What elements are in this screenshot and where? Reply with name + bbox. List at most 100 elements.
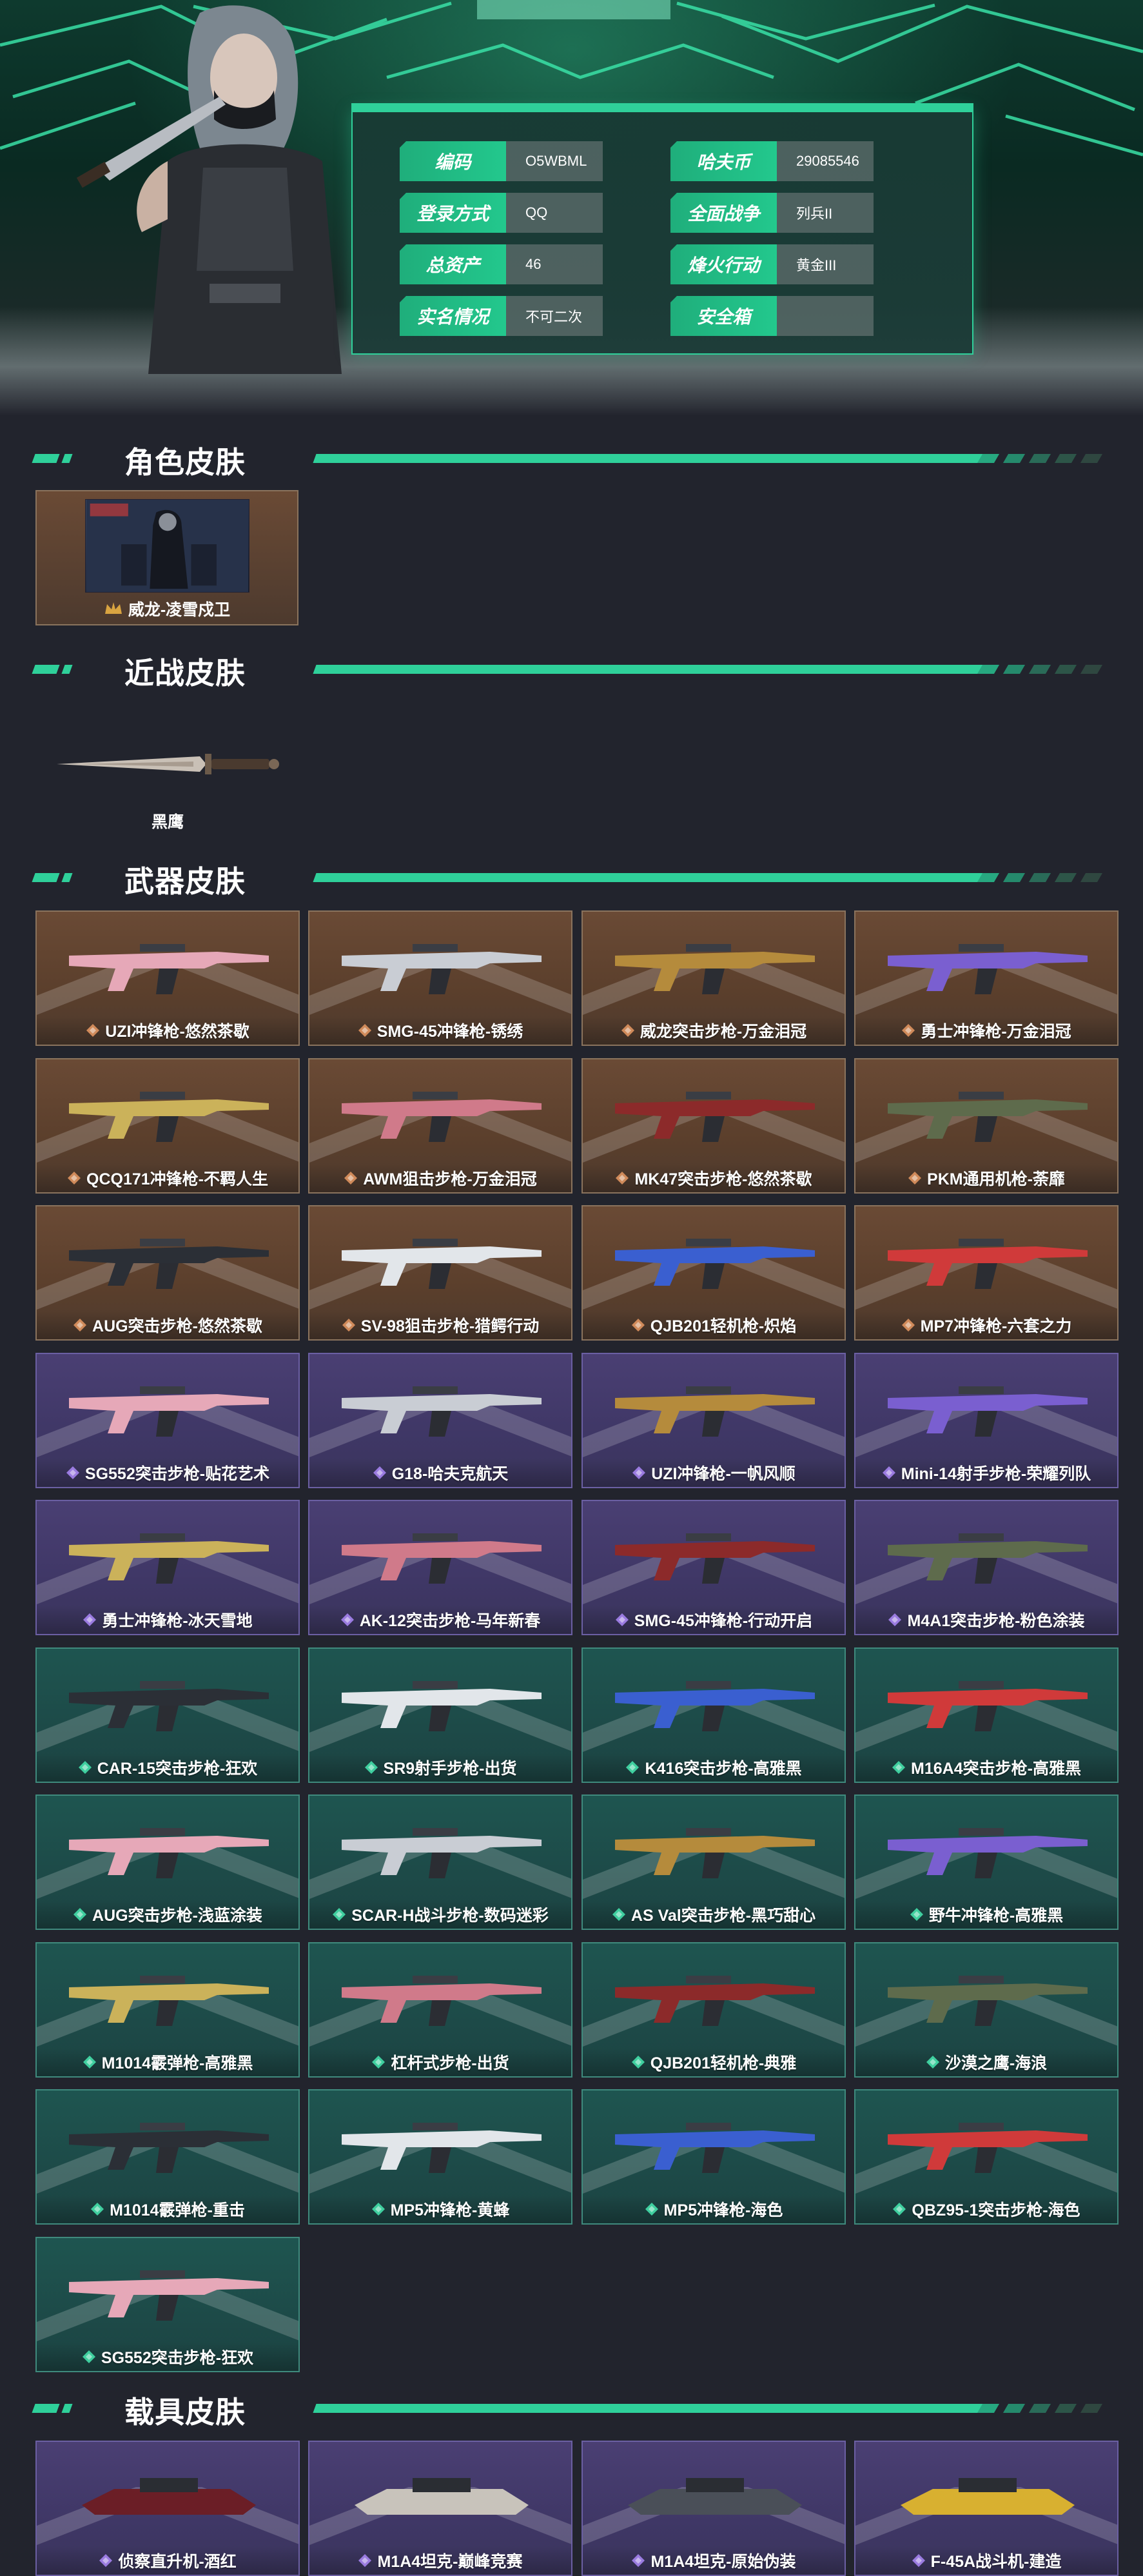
weapon-skin-card[interactable]: 沙漠之鹰-海浪 <box>854 1942 1119 2078</box>
field-total-war: 全面战争 列兵II <box>670 193 874 233</box>
item-name: UZI冲锋枪-悠然茶歇 <box>105 1023 249 1041</box>
weapon-skin-card[interactable]: M4A1突击步枪-粉色涂装 <box>854 1500 1119 1635</box>
weapon-skin-card[interactable]: SR9射手步枪-出货 <box>308 1647 572 1783</box>
weapon-skin-card[interactable]: K416突击步枪-高雅黑 <box>581 1647 846 1783</box>
weapon-icon <box>888 1239 1088 1289</box>
rarity-gem-icon <box>372 2056 386 2069</box>
weapon-skin-card[interactable]: Mini-14射手步枪-荣耀列队 <box>854 1353 1119 1488</box>
weapon-skin-card[interactable]: G18-哈夫克航天 <box>308 1353 572 1488</box>
weapon-skin-card[interactable]: MP5冲锋枪-黄蜂 <box>308 2089 572 2225</box>
item-name: PKM通用机枪-荼靡 <box>927 1170 1065 1188</box>
weapon-skin-card[interactable]: CAR-15突击步枪-狂欢 <box>35 1647 300 1783</box>
weapon-skin-card[interactable]: AUG突击步枪-浅蓝涂装 <box>35 1794 300 1930</box>
rarity-gem-icon <box>68 1172 81 1185</box>
rarity-gem-icon <box>632 1466 646 1479</box>
weapon-skin-card[interactable]: SV-98狙击步枪-猎鳄行动 <box>308 1205 572 1341</box>
weapon-skin-card[interactable]: M16A4突击步枪-高雅黑 <box>854 1647 1119 1783</box>
weapon-icon <box>888 1828 1088 1878</box>
weapon-skin-card[interactable]: QCQ171冲锋枪-不羁人生 <box>35 1058 300 1194</box>
item-name: QJB201轻机枪-典雅 <box>650 2054 797 2072</box>
weapon-icon <box>69 1976 269 2026</box>
rarity-gem-icon <box>912 2554 925 2567</box>
card-label: MP5冲锋枪-海色 <box>583 2195 845 2223</box>
weapon-skin-card[interactable]: QJB201轻机枪-典雅 <box>581 1942 846 2078</box>
weapon-skin-card[interactable]: AS Val突击步枪-黑巧甜心 <box>581 1794 846 1930</box>
item-name: SMG-45冲锋枪-锈绣 <box>376 1023 523 1041</box>
weapon-skin-card[interactable]: SG552突击步枪-狂欢 <box>35 2237 300 2372</box>
vehicle-icon <box>628 2478 802 2515</box>
vehicle-skin-card[interactable]: 侦察直升机-酒红 <box>35 2441 300 2576</box>
field-safe-box: 安全箱 <box>670 296 874 336</box>
header-accent <box>32 454 60 463</box>
item-name: 侦察直升机-酒红 <box>118 2553 237 2571</box>
header-dash <box>1080 665 1103 674</box>
item-name: 沙漠之鹰-海浪 <box>944 2054 1048 2072</box>
weapon-skin-card[interactable]: M1014霰弹枪-高雅黑 <box>35 1942 300 2078</box>
weapon-skin-card[interactable]: MP7冲锋枪-六套之力 <box>854 1205 1119 1341</box>
card-label: SG552突击步枪-狂欢 <box>37 2343 298 2371</box>
weapon-skin-card[interactable]: AWM狙击步枪-万金泪冠 <box>308 1058 572 1194</box>
card-label: SCAR-H战斗步枪-数码迷彩 <box>309 1900 571 1929</box>
card-label: QJB201轻机枪-炽焰 <box>583 1311 845 1339</box>
section-header-vehicle: 载具皮肤 <box>0 2384 1143 2429</box>
item-name: SMG-45冲锋枪-行动开启 <box>634 1612 813 1630</box>
rarity-gem-icon <box>66 1466 79 1479</box>
weapon-skin-card[interactable]: SCAR-H战斗步枪-数码迷彩 <box>308 1794 572 1930</box>
weapon-skin-card[interactable]: SG552突击步枪-贴花艺术 <box>35 1353 300 1488</box>
card-label: MK47突击步枪-悠然茶歇 <box>583 1164 845 1192</box>
card-label: M4A1突击步枪-粉色涂装 <box>855 1606 1117 1634</box>
rarity-gem-icon <box>892 1761 906 1774</box>
section-header-role: 角色皮肤 <box>0 434 1143 479</box>
item-name: SV-98狙击步枪-猎鳄行动 <box>360 1317 540 1335</box>
knife-icon <box>57 754 279 774</box>
role-skin-card[interactable]: 威龙-凌雪戍卫 <box>35 490 298 625</box>
weapon-icon <box>69 2123 269 2173</box>
weapon-skin-card[interactable]: QJB201轻机枪-炽焰 <box>581 1205 846 1341</box>
weapon-skin-card[interactable]: AUG突击步枪-悠然茶歇 <box>35 1205 300 1341</box>
section-title: 载具皮肤 <box>124 2395 246 2429</box>
vehicle-skin-card[interactable]: M1A4坦克-原始伪装 <box>581 2441 846 2576</box>
card-label: M1014霰弹枪-重击 <box>37 2195 298 2223</box>
melee-skin-item[interactable]: 黑鹰 <box>52 722 284 838</box>
weapon-skin-card[interactable]: 杠杆式步枪-出货 <box>308 1942 572 2078</box>
vehicle-skin-card[interactable]: M1A4坦克-巅峰竞赛 <box>308 2441 572 2576</box>
header-accent <box>61 665 73 674</box>
field-label: 安全箱 <box>670 296 777 336</box>
weapon-skin-card[interactable]: MP5冲锋枪-海色 <box>581 2089 846 2225</box>
weapon-skin-card[interactable]: M1014霰弹枪-重击 <box>35 2089 300 2225</box>
item-name: 野牛冲锋枪-高雅黑 <box>928 1907 1064 1925</box>
weapon-skin-card[interactable]: MK47突击步枪-悠然茶歇 <box>581 1058 846 1194</box>
rarity-gem-icon <box>340 1613 354 1626</box>
weapon-icon <box>342 1386 542 1437</box>
item-name: CAR-15突击步枪-狂欢 <box>97 1760 258 1778</box>
card-label: AUG突击步枪-浅蓝涂装 <box>37 1900 298 1929</box>
item-name: Mini-14射手步枪-荣耀列队 <box>901 1465 1091 1483</box>
weapon-icon <box>69 1239 269 1289</box>
card-label: 威龙-凌雪戍卫 <box>37 593 297 624</box>
field-label: 总资产 <box>400 244 506 284</box>
rarity-gem-icon <box>333 1908 346 1921</box>
rarity-gem-icon <box>91 2203 104 2216</box>
vehicle-skin-card[interactable]: F-45A战斗机-建造 <box>854 2441 1119 2576</box>
weapon-skin-card[interactable]: 威龙突击步枪-万金泪冠 <box>581 910 846 1046</box>
weapon-skin-card[interactable]: PKM通用机枪-荼靡 <box>854 1058 1119 1194</box>
weapon-skin-card[interactable]: UZI冲锋枪-一帆风顺 <box>581 1353 846 1488</box>
item-name: M1A4坦克-原始伪装 <box>650 2553 796 2571</box>
weapon-skin-card[interactable]: AK-12突击步枪-马年新春 <box>308 1500 572 1635</box>
weapon-skin-card[interactable]: QBZ95-1突击步枪-海色 <box>854 2089 1119 2225</box>
weapon-skin-card[interactable]: SMG-45冲锋枪-行动开启 <box>581 1500 846 1635</box>
weapon-skin-card[interactable]: UZI冲锋枪-悠然茶歇 <box>35 910 300 1046</box>
card-label: MP5冲锋枪-黄蜂 <box>309 2195 571 2223</box>
field-value: 列兵II <box>777 193 874 233</box>
card-label: SMG-45冲锋枪-行动开启 <box>583 1606 845 1634</box>
item-name: MP7冲锋枪-六套之力 <box>920 1317 1072 1335</box>
character-skin-thumbnail <box>85 499 249 593</box>
card-label: SMG-45冲锋枪-锈绣 <box>309 1016 571 1045</box>
rarity-gem-icon <box>73 1319 87 1332</box>
weapon-skin-card[interactable]: 勇士冲锋枪-冰天雪地 <box>35 1500 300 1635</box>
field-label: 烽火行动 <box>670 244 777 284</box>
weapon-skin-card[interactable]: SMG-45冲锋枪-锈绣 <box>308 910 572 1046</box>
weapon-skin-card[interactable]: 勇士冲锋枪-万金泪冠 <box>854 910 1119 1046</box>
weapon-skin-card[interactable]: 野牛冲锋枪-高雅黑 <box>854 1794 1119 1930</box>
card-label: AUG突击步枪-悠然茶歇 <box>37 1311 298 1339</box>
